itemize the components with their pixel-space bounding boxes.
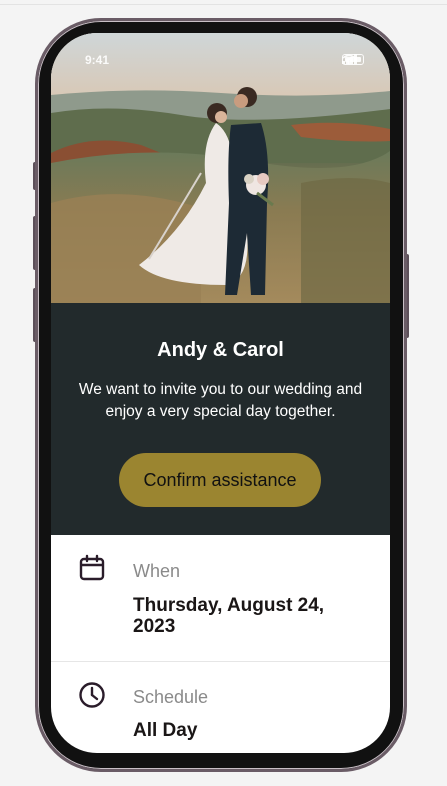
status-time: 9:41 [85, 53, 110, 67]
clock-icon [79, 682, 105, 708]
couple-photo: 9:41 [51, 33, 390, 303]
when-row: When Thursday, August 24, 2023 [51, 535, 390, 662]
schedule-value: All Day [133, 720, 198, 741]
invitation-section: Andy & Carol We want to invite you to ou… [51, 303, 390, 535]
confirm-assistance-button[interactable]: Confirm assistance [119, 453, 321, 507]
battery-icon [342, 54, 364, 65]
status-icons [342, 54, 364, 65]
invitation-message: We want to invite you to our wedding and… [78, 381, 363, 420]
phone-screen: 9:41 Andy & Carol We want to invite you … [51, 33, 390, 753]
status-bar: 9:41 [51, 33, 390, 77]
page-top-divider [0, 4, 447, 5]
calendar-icon [79, 554, 105, 581]
schedule-label: Schedule [133, 687, 209, 707]
schedule-row: Schedule All Day [51, 662, 390, 753]
when-value: Thursday, August 24, 2023 [133, 595, 325, 637]
couple-names: Andy & Carol [157, 339, 284, 361]
when-label: When [133, 561, 181, 581]
